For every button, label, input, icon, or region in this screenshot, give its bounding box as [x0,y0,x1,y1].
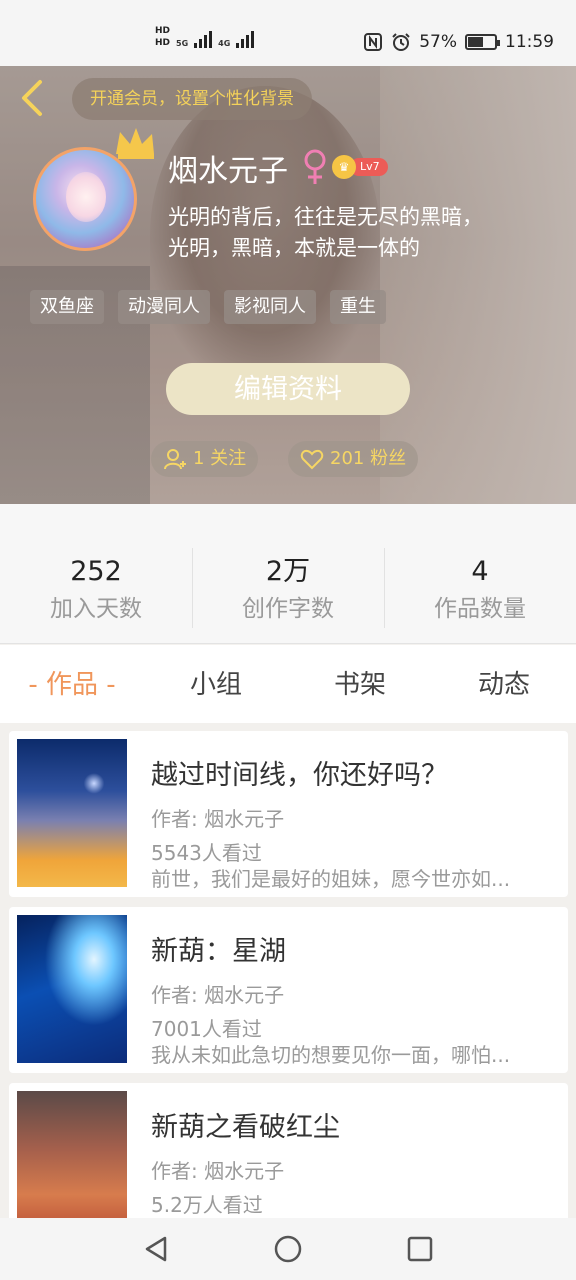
book-views: 5543人看过 [151,841,262,865]
add-user-icon [164,449,186,470]
crown-small-icon: ♛ [332,155,356,179]
list-item[interactable]: 越过时间线，你还好吗？ 作者: 烟水元子 5543人看过 前世，我们是最好的姐妹… [9,731,568,897]
stat-label: 作品数量 [434,596,526,622]
bio-line-2: 光明，黑暗，本就是一体的 [168,236,420,260]
battery-icon [465,34,500,50]
book-author: 作者: 烟水元子 [151,1159,285,1183]
stat-value: 252 [70,556,122,587]
battery-percent: 57% [419,32,457,52]
crown-icon [116,128,154,159]
network-type-1: 5G [176,39,189,48]
tag-item[interactable]: 双鱼座 [30,290,104,324]
nfc-icon [364,33,383,51]
tag-item[interactable]: 影视同人 [224,290,316,324]
level-badge: ♛ Lv7 [332,155,388,179]
bio: 光明的背后，往往是无尽的黑暗， 光明，黑暗，本就是一体的 [168,202,548,264]
stats-row: 252 加入天数 2万 创作字数 4 作品数量 [0,504,576,644]
book-cover [17,1091,127,1218]
works-list: 越过时间线，你还好吗？ 作者: 烟水元子 5543人看过 前世，我们是最好的姐妹… [0,723,576,1218]
book-cover [17,739,127,887]
stat-words: 2万 创作字数 [192,504,384,643]
clock: 11:59 [505,32,554,52]
vip-background-prompt[interactable]: 开通会员，设置个性化背景 [72,78,312,120]
book-title: 新葫：星湖 [151,936,286,967]
profile-banner [0,66,576,504]
stat-works: 4 作品数量 [384,504,576,643]
network-indicators: HD HD 5G 4G [155,26,255,48]
stat-label: 加入天数 [50,596,142,622]
hd-badge-2: HD [155,38,171,48]
following-count: 1 关注 [193,448,247,469]
following-button[interactable]: 1 关注 [151,441,259,477]
book-cover [17,915,127,1063]
fans-count: 201 粉丝 [330,448,407,469]
network-type-2: 4G [218,39,231,48]
book-desc: 前世，我们是最好的姐妹，愿今世亦如... [151,867,511,891]
back-icon[interactable] [16,78,46,118]
alarm-icon [392,33,410,51]
signal-icon [194,30,213,48]
tab-activity[interactable]: 动态 [432,645,576,723]
book-author: 作者: 烟水元子 [151,983,285,1007]
signal-icon-2 [236,30,255,48]
tab-groups[interactable]: 小组 [144,645,288,723]
fans-button[interactable]: 201 粉丝 [288,441,419,477]
hd-badge-1: HD [155,26,171,36]
list-item[interactable]: 新葫之看破红尘 作者: 烟水元子 5.2万人看过 [9,1083,568,1218]
bio-line-1: 光明的背后，往往是无尽的黑暗， [168,205,483,229]
edit-profile-button[interactable]: 编辑资料 [166,363,410,415]
book-author: 作者: 烟水元子 [151,807,285,831]
status-right: 57% 11:59 [363,32,554,52]
nav-recent-icon[interactable] [405,1234,435,1264]
tag-list: 双鱼座 动漫同人 影视同人 重生 [30,290,386,324]
avatar[interactable] [33,147,137,251]
book-views: 5.2万人看过 [151,1193,263,1217]
female-icon [304,149,326,184]
list-item[interactable]: 新葫：星湖 作者: 烟水元子 7001人看过 我从未如此急切的想要见你一面，哪怕… [9,907,568,1073]
system-nav-bar [0,1218,576,1280]
book-desc: 我从未如此急切的想要见你一面，哪怕... [151,1043,511,1067]
tab-bar: - 作品 - 小组 书架 动态 [0,645,576,723]
tag-item[interactable]: 动漫同人 [118,290,210,324]
stat-value: 2万 [265,556,311,587]
stat-days: 252 加入天数 [0,504,192,643]
nav-home-icon[interactable] [273,1234,303,1264]
book-title: 越过时间线，你还好吗？ [151,760,448,791]
heart-icon [300,449,324,470]
tab-works[interactable]: - 作品 - [0,645,144,723]
nav-back-icon[interactable] [141,1234,171,1264]
book-views: 7001人看过 [151,1017,262,1041]
username: 烟水元子 [168,154,288,189]
stat-label: 创作字数 [242,596,334,622]
status-bar: HD HD 5G 4G 57% 11:59 [0,0,576,66]
stat-value: 4 [471,556,489,587]
tab-bookshelf[interactable]: 书架 [288,645,432,723]
book-title: 新葫之看破红尘 [151,1112,340,1143]
tag-item[interactable]: 重生 [330,290,386,324]
